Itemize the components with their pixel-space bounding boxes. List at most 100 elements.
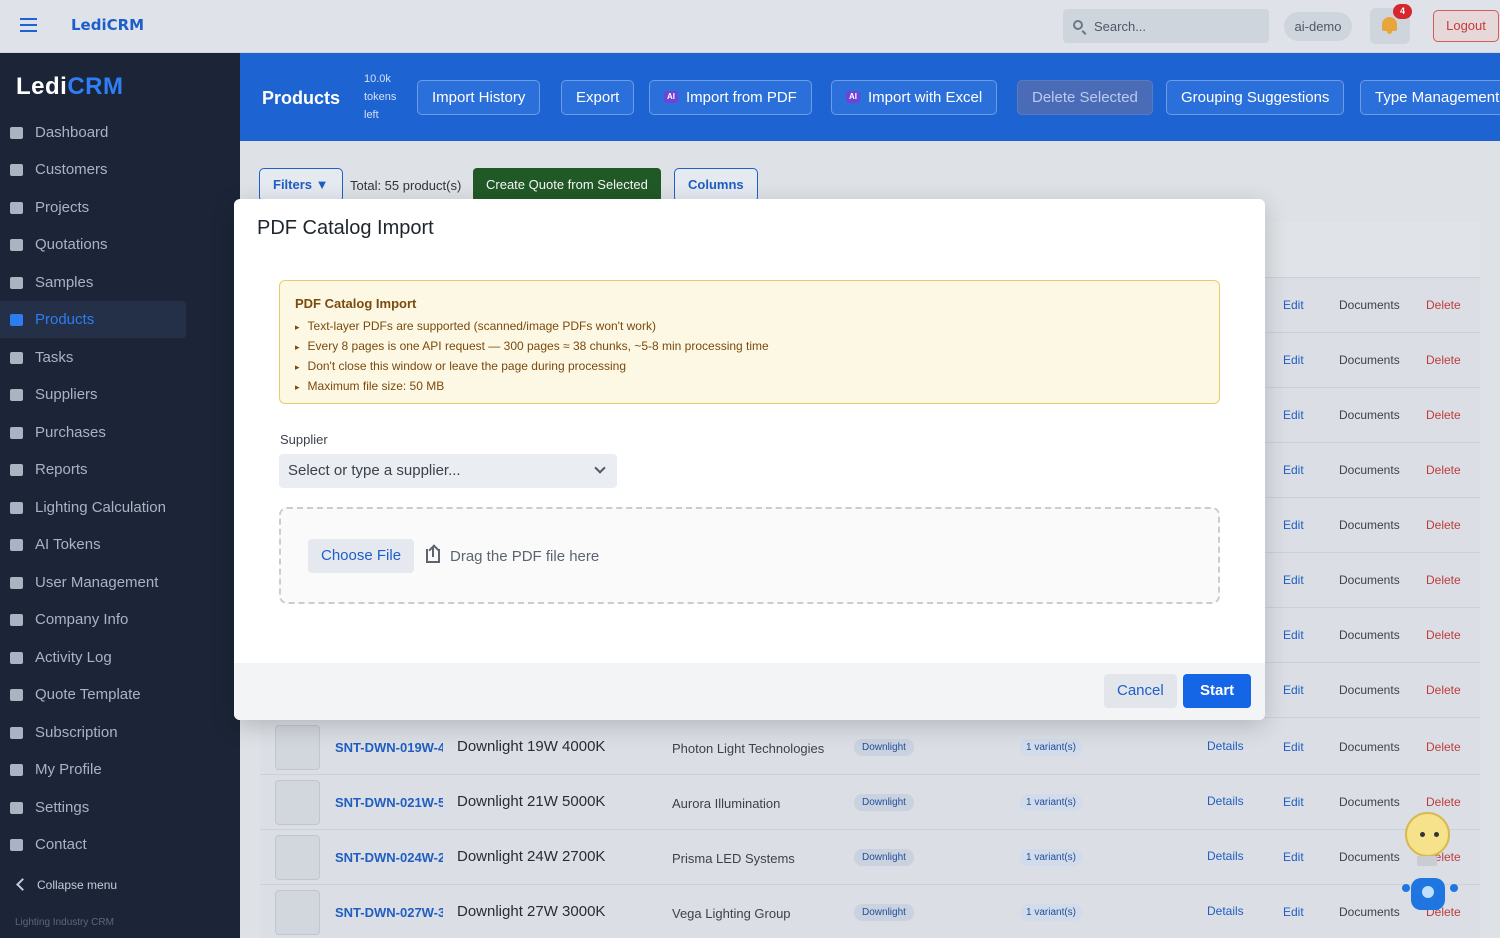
search-input[interactable]: Search... bbox=[1094, 19, 1146, 34]
wand-icon bbox=[10, 688, 23, 701]
user-icon bbox=[10, 576, 23, 589]
mail-icon bbox=[10, 838, 23, 851]
sidebar-item-suppliers[interactable]: Suppliers bbox=[0, 376, 186, 413]
profile-icon bbox=[10, 763, 23, 776]
ai-tag-icon: AI bbox=[664, 91, 678, 104]
upload-icon bbox=[426, 547, 440, 563]
supplier-select[interactable]: Select or type a supplier... bbox=[279, 454, 617, 488]
sidebar-item-reports[interactable]: Reports bbox=[0, 451, 186, 488]
sidebar-item-label: Subscription bbox=[35, 724, 118, 741]
sidebar: LediCRM Dashboard Customers Projects Quotat… bbox=[0, 53, 240, 938]
import-history-button[interactable]: Import History bbox=[417, 80, 541, 115]
sidebar-item-label: Suppliers bbox=[35, 386, 98, 403]
bell-icon bbox=[1382, 17, 1397, 34]
alert-list: Text-layer PDFs are supported (scanned/i… bbox=[295, 316, 769, 396]
sidebar-item-purchases[interactable]: Purchases bbox=[0, 414, 186, 451]
sidebar-item-projects[interactable]: Projects bbox=[0, 189, 186, 226]
logo: LediCRM bbox=[16, 73, 124, 101]
sidebar-item-subscription[interactable]: Subscription bbox=[0, 714, 186, 751]
list-icon bbox=[10, 351, 23, 364]
lightbulb-mascot-icon bbox=[1405, 812, 1450, 857]
sidebar-item-settings[interactable]: Settings bbox=[0, 789, 186, 826]
chart-icon bbox=[10, 463, 23, 476]
bulb-base bbox=[1417, 856, 1437, 866]
document-icon bbox=[10, 238, 23, 251]
alert-title: PDF Catalog Import bbox=[295, 296, 417, 311]
search-icon bbox=[1073, 20, 1083, 30]
sidebar-item-products[interactable]: Products bbox=[0, 301, 186, 338]
type-management-button[interactable]: Type Management bbox=[1360, 80, 1500, 115]
start-button[interactable]: Start bbox=[1183, 674, 1252, 708]
modal-footer: Cancel Start bbox=[234, 663, 1265, 720]
sidebar-item-label: Products bbox=[35, 311, 95, 328]
choose-file-button[interactable]: Choose File bbox=[308, 539, 415, 573]
alert-item: Don't close this window or leave the pag… bbox=[295, 356, 769, 376]
sidebar-item-label: My Profile bbox=[35, 761, 102, 778]
products-header: Products 10.0k tokens left Import Histor… bbox=[240, 53, 1500, 141]
pdf-import-modal: PDF Catalog Import PDF Catalog Import Te… bbox=[234, 199, 1265, 720]
sidebar-item-my-profile[interactable]: My Profile bbox=[0, 751, 186, 788]
delete-selected-button[interactable]: Delete Selected bbox=[1017, 80, 1153, 115]
file-dropzone[interactable]: Choose File Drag the PDF file here bbox=[279, 507, 1220, 604]
ai-tag-icon: AI bbox=[846, 91, 860, 104]
card-icon bbox=[10, 726, 23, 739]
sidebar-item-ai-tokens[interactable]: AI Tokens bbox=[0, 526, 186, 563]
gear-icon bbox=[10, 501, 23, 514]
coins-icon bbox=[10, 538, 23, 551]
sidebar-item-label: AI Tokens bbox=[35, 536, 101, 553]
logo-text-part2: CRM bbox=[67, 73, 124, 100]
hamburger-menu-icon[interactable] bbox=[20, 18, 37, 32]
truck-icon bbox=[10, 388, 23, 401]
brand-name: LediCRM bbox=[71, 16, 145, 34]
sidebar-item-quote-template[interactable]: Quote Template bbox=[0, 676, 186, 713]
export-button[interactable]: Export bbox=[561, 80, 635, 115]
supplier-label: Supplier bbox=[280, 432, 328, 447]
tokens-left: 10.0k tokens left bbox=[364, 73, 397, 121]
logo-text-part1: Ledi bbox=[16, 73, 68, 100]
grouping-suggestions-button[interactable]: Grouping Suggestions bbox=[1166, 80, 1345, 115]
supplier-placeholder: Select or type a supplier... bbox=[288, 462, 461, 479]
sidebar-item-contact[interactable]: Contact bbox=[0, 826, 186, 863]
import-with-excel-button[interactable]: AI Import with Excel bbox=[831, 80, 998, 115]
sidebar-item-activity-log[interactable]: Activity Log bbox=[0, 639, 186, 676]
sidebar-item-quotations[interactable]: Quotations bbox=[0, 226, 186, 263]
user-badge[interactable]: ai-demo bbox=[1284, 12, 1352, 41]
top-bar: LediCRM Search... ai-demo 4 Logout bbox=[0, 0, 1500, 53]
sidebar-item-label: Projects bbox=[35, 199, 90, 216]
settings-icon bbox=[10, 801, 23, 814]
logout-button[interactable]: Logout bbox=[1433, 10, 1499, 42]
sidebar-item-label: Dashboard bbox=[35, 124, 109, 141]
chevron-down-icon bbox=[594, 462, 606, 474]
building-icon bbox=[10, 613, 23, 626]
collapse-menu-button[interactable]: Collapse menu bbox=[16, 878, 117, 892]
cube-icon bbox=[10, 276, 23, 289]
dashboard-icon bbox=[10, 126, 23, 139]
mascot-eye bbox=[1420, 832, 1425, 837]
sidebar-item-samples[interactable]: Samples bbox=[0, 264, 186, 301]
sidebar-item-label: Customers bbox=[35, 161, 108, 178]
sidebar-item-tasks[interactable]: Tasks bbox=[0, 339, 186, 376]
sidebar-item-label: Reports bbox=[35, 461, 88, 478]
cancel-button[interactable]: Cancel bbox=[1104, 674, 1177, 708]
robot-eye bbox=[1422, 886, 1434, 898]
robot-arm bbox=[1450, 884, 1458, 892]
search-box[interactable]: Search... bbox=[1063, 9, 1269, 43]
mascot-eye bbox=[1434, 832, 1439, 837]
sidebar-item-user-management[interactable]: User Management bbox=[0, 564, 186, 601]
sidebar-item-company-info[interactable]: Company Info bbox=[0, 601, 186, 638]
import-from-pdf-button[interactable]: AI Import from PDF bbox=[649, 80, 812, 115]
sidebar-item-customers[interactable]: Customers bbox=[0, 151, 186, 188]
alert-item: Every 8 pages is one API request — 300 p… bbox=[295, 336, 769, 356]
cart-icon bbox=[10, 426, 23, 439]
assistant-mascot[interactable] bbox=[1400, 806, 1460, 918]
folder-icon bbox=[10, 201, 23, 214]
drag-text: Drag the PDF file here bbox=[450, 548, 600, 565]
sidebar-item-label: Samples bbox=[35, 274, 94, 291]
alert-item: Text-layer PDFs are supported (scanned/i… bbox=[295, 316, 769, 336]
page-title: Products bbox=[262, 88, 341, 108]
sidebar-item-dashboard[interactable]: Dashboard bbox=[0, 114, 186, 151]
sidebar-item-lighting-calculation[interactable]: Lighting Calculation bbox=[0, 489, 186, 526]
notification-count-badge: 4 bbox=[1393, 4, 1412, 19]
import-with-excel-label: Import with Excel bbox=[868, 89, 983, 106]
alert-item: Maximum file size: 50 MB bbox=[295, 376, 769, 396]
